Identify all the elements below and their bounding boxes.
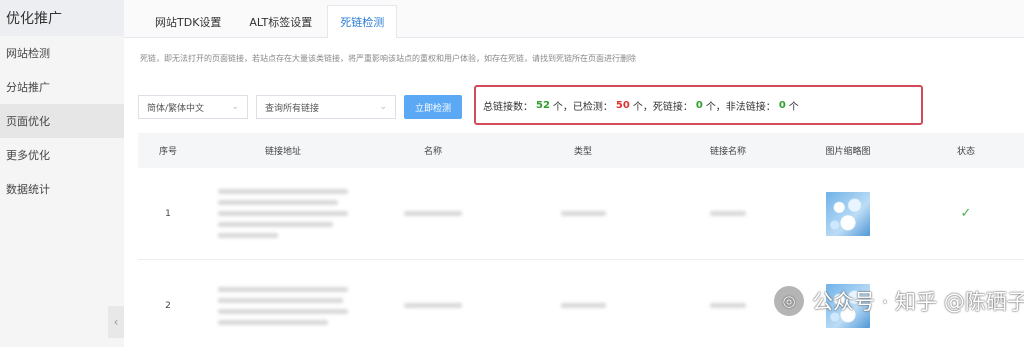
blurred-type	[498, 211, 668, 216]
chevron-down-icon: ⌄	[379, 102, 387, 112]
illegal-links-label: 个，非法链接：	[705, 101, 776, 113]
main-panel: 网站TDK设置 ALT标签设置 死链检测 死链，即无法打开的页面链接，若站点存在…	[124, 0, 1024, 347]
tab-tdk-settings[interactable]: 网站TDK设置	[142, 5, 234, 37]
illegal-links-unit: 个	[788, 101, 799, 113]
blurred-url	[198, 189, 368, 238]
illegal-links-value: 0	[778, 99, 786, 111]
dead-links-value: 0	[695, 99, 703, 111]
sidebar-item-data-stats[interactable]: 数据统计	[0, 172, 124, 206]
header-link-url: 链接地址	[264, 147, 301, 157]
chevron-down-icon: ⌄	[231, 102, 239, 112]
header-status: 状态	[956, 147, 975, 157]
header-link-name: 链接名称	[709, 147, 746, 157]
app-window: 优化推广 网站检测 分站推广 页面优化 更多优化 数据统计 ‹ 网站TDK设置 …	[0, 0, 1024, 347]
dead-links-label: 个，死链接：	[632, 101, 693, 113]
check-icon: ✓	[960, 206, 972, 221]
total-links-label: 总链接数：	[483, 101, 533, 113]
tab-bar: 网站TDK设置 ALT标签设置 死链检测	[124, 0, 1024, 38]
link-filter-select-value: 查询所有链接	[265, 103, 320, 114]
language-select[interactable]: 简体/繁体中文 ⌄	[138, 95, 248, 119]
link-stats-summary: 总链接数： 52 个，已检测： 50 个，死链接： 0 个，非法链接： 0 个	[474, 85, 923, 125]
blurred-link-name	[668, 211, 788, 216]
blurred-url	[198, 286, 368, 325]
sidebar-item-substation-promo[interactable]: 分站推广	[0, 70, 124, 104]
sidebar-collapse-icon[interactable]: ‹	[108, 306, 124, 338]
table-header: 序号 链接地址 名称 类型 链接名称 图片缩略图 状态	[138, 133, 1024, 168]
header-type: 类型	[573, 147, 592, 157]
row-index: 1	[165, 208, 171, 219]
blurred-type	[498, 303, 668, 308]
wechat-logo-icon: ◎	[774, 286, 804, 316]
tab-alt-settings[interactable]: ALT标签设置	[236, 5, 325, 37]
checked-value: 50	[615, 99, 630, 111]
toolbar: 简体/繁体中文 ⌄ 查询所有链接 ⌄ 立即检测	[138, 95, 462, 119]
blurred-name	[368, 211, 498, 216]
blurred-name	[368, 303, 498, 308]
status-cell: ✓	[908, 206, 1024, 221]
checked-label: 个，已检测：	[552, 101, 613, 113]
page-description: 死链，即无法打开的页面链接，若站点存在大量该类链接，将严重影响该站点的重权和用户…	[140, 54, 636, 63]
sidebar-item-site-check[interactable]: 网站检测	[0, 36, 124, 70]
row-index: 2	[165, 300, 171, 311]
tab-dead-link-check[interactable]: 死链检测	[327, 5, 398, 38]
thumbnail-image[interactable]	[788, 191, 908, 236]
table-row[interactable]: 1 ✓	[138, 168, 1024, 260]
sidebar-item-page-optimization[interactable]: 页面优化	[0, 104, 124, 138]
total-links-value: 52	[536, 99, 550, 111]
check-now-button[interactable]: 立即检测	[404, 95, 462, 119]
link-filter-select[interactable]: 查询所有链接 ⌄	[256, 95, 396, 119]
header-index: 序号	[158, 147, 177, 157]
watermark: ◎ 公众号 · 知乎 @陈硒子	[774, 286, 1024, 316]
sidebar-item-more-optimization[interactable]: 更多优化	[0, 138, 124, 172]
sidebar: 优化推广 网站检测 分站推广 页面优化 更多优化 数据统计 ‹	[0, 0, 124, 347]
language-select-value: 简体/繁体中文	[147, 103, 205, 114]
sidebar-title: 优化推广	[0, 0, 124, 36]
header-name: 名称	[423, 147, 442, 157]
header-thumbnail: 图片缩略图	[825, 147, 871, 157]
blurred-link-name	[668, 303, 788, 308]
watermark-text: 公众号 · 知乎 @陈硒子	[812, 290, 1024, 314]
